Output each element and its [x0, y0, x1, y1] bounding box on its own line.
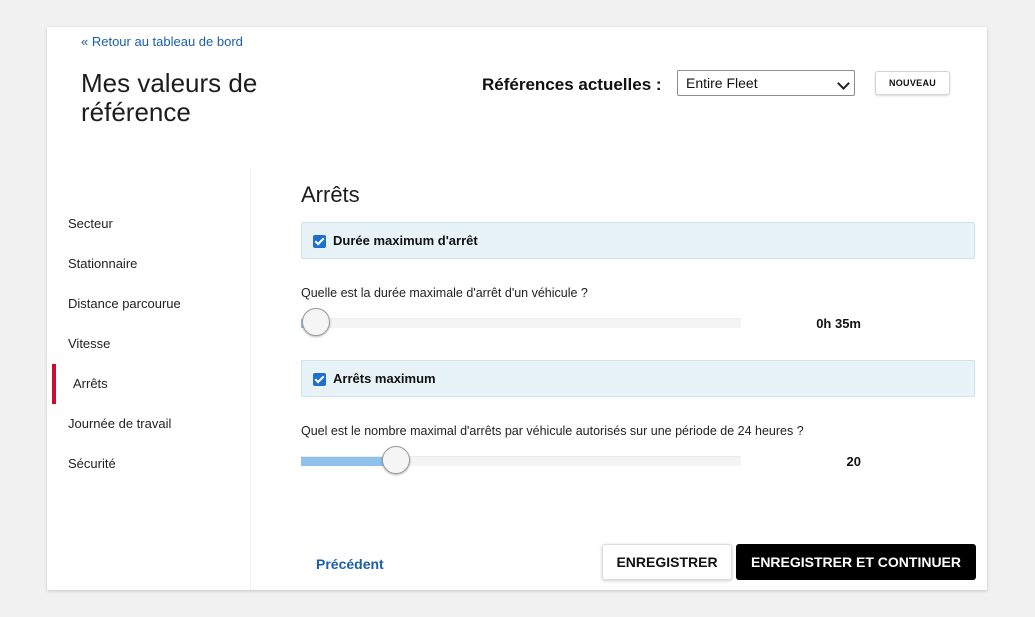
max-stops-value: 20: [846, 454, 861, 469]
max-stop-duration-label: Durée maximum d'arrêt: [333, 233, 478, 248]
previous-link[interactable]: Précédent: [316, 556, 384, 572]
save-and-continue-button[interactable]: ENREGISTRER ET CONTINUER: [736, 544, 976, 580]
save-button[interactable]: ENREGISTRER: [602, 544, 732, 580]
sidebar: Secteur Stationnaire Distance parcourue …: [47, 167, 251, 590]
max-stops-question: Quel est le nombre maximal d'arrêts par …: [301, 424, 804, 438]
sidebar-item-journee[interactable]: Journée de travail: [68, 414, 171, 434]
sidebar-item-secteur[interactable]: Secteur: [68, 214, 113, 234]
max-stop-duration-question: Quelle est la durée maximale d'arrêt d'u…: [301, 286, 588, 300]
max-stop-duration-checkbox[interactable]: [313, 235, 326, 248]
max-stops-checkbox[interactable]: [313, 373, 326, 386]
sidebar-item-distance[interactable]: Distance parcourue: [68, 294, 181, 314]
new-button[interactable]: NOUVEAU: [875, 71, 950, 95]
max-stops-panel: Arrêts maximum: [301, 360, 975, 397]
sidebar-item-stationnaire[interactable]: Stationnaire: [68, 254, 137, 274]
active-indicator: [52, 364, 56, 404]
references-select[interactable]: Entire Fleet: [677, 70, 855, 96]
sidebar-item-securite[interactable]: Sécurité: [68, 454, 116, 474]
max-stop-duration-value: 0h 35m: [816, 316, 861, 331]
chevron-down-icon: [837, 77, 850, 90]
max-stop-duration-slider[interactable]: [301, 308, 741, 336]
sidebar-item-arrets[interactable]: Arrêts: [73, 374, 108, 394]
current-references-label: Références actuelles :: [482, 75, 662, 94]
max-stop-duration-panel: Durée maximum d'arrêt: [301, 222, 975, 259]
section-title: Arrêts: [301, 182, 360, 207]
max-stops-slider[interactable]: [301, 446, 741, 474]
slider-thumb[interactable]: [381, 446, 410, 474]
max-stops-label: Arrêts maximum: [333, 371, 436, 386]
page-title: Mes valeurs de référence: [81, 68, 258, 127]
sidebar-item-vitesse[interactable]: Vitesse: [68, 334, 110, 354]
back-to-dashboard-link[interactable]: « Retour au tableau de bord: [81, 34, 243, 49]
slider-thumb[interactable]: [302, 308, 331, 336]
references-select-value: Entire Fleet: [686, 75, 758, 91]
baseline-settings-card: « Retour au tableau de bord Mes valeurs …: [47, 27, 987, 590]
